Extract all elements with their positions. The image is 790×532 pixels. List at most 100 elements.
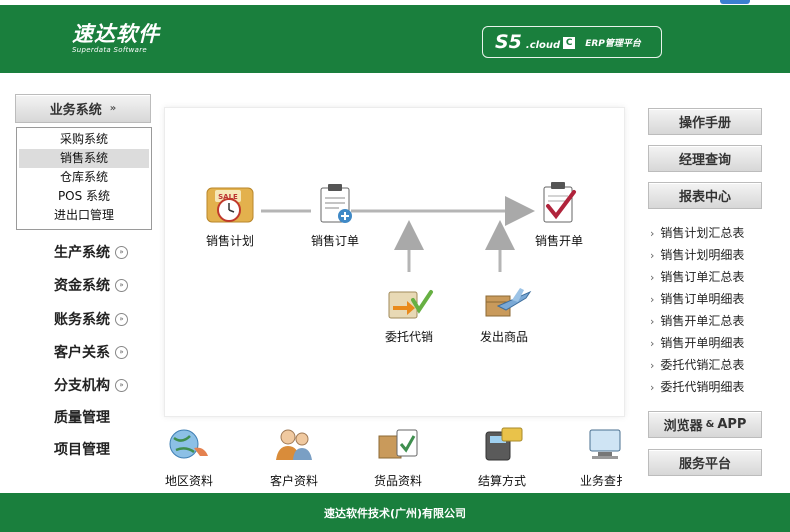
report-center-button[interactable]: 报表中心 [648, 182, 762, 209]
sales-plan-label: 销售计划 [205, 234, 254, 248]
chevron-right-icon: › [650, 227, 655, 240]
goods-icon [378, 429, 418, 459]
submenu-purchase[interactable]: 采购系统 [17, 130, 151, 149]
chevron-right-icon: › [650, 293, 655, 306]
chevron-right-icon: › [650, 337, 655, 350]
report-label: 销售计划明细表 [660, 248, 745, 262]
manager-query-button[interactable]: 经理查询 [648, 145, 762, 172]
app-footer: 速达软件技术(广州)有限公司 [0, 493, 790, 532]
chevron-right-icon: › [650, 271, 655, 284]
report-label: 销售订单汇总表 [660, 270, 745, 284]
report-item[interactable]: › 销售计划明细表 [650, 244, 744, 266]
logo-chinese: 速达软件 [72, 22, 160, 46]
consignment-label: 委托代销 [384, 330, 433, 344]
bottom-goods-data[interactable]: 货品资料 [371, 426, 425, 489]
nav-crm[interactable]: 客户关系 » [54, 342, 128, 362]
bottom-settlement[interactable]: 结算方式 [476, 426, 528, 489]
logo-english: Superdata Software [72, 46, 148, 54]
bottom-customer-label: 客户资料 [269, 474, 318, 488]
nav-branches[interactable]: 分支机构 » [54, 375, 128, 395]
chevron-right-icon: › [650, 359, 655, 372]
report-item[interactable]: › 销售开单明细表 [650, 332, 744, 354]
app-label: APP [717, 417, 747, 432]
submenu-import-export[interactable]: 进出口管理 [17, 206, 151, 225]
flow-ship-goods[interactable]: 发出商品 [476, 284, 532, 345]
service-platform-button[interactable]: 服务平台 [648, 449, 762, 476]
sales-plan-icon: SALE [206, 187, 254, 223]
card-terminal-icon [485, 427, 523, 461]
report-item[interactable]: › 销售计划汇总表 [650, 222, 744, 244]
browser-app-button[interactable]: 浏览器 & APP [648, 411, 762, 438]
sales-invoice-icon [543, 182, 576, 223]
flow-sales-invoice[interactable]: 销售开单 [535, 180, 583, 249]
chevron-right-icon: › [650, 315, 655, 328]
nav-projects[interactable]: 项目管理 [54, 439, 110, 459]
sales-order-label: 销售订单 [311, 234, 360, 248]
bottom-business-query-label: 业务查扌 [580, 474, 629, 488]
product-subtitle: ERP管理平台 [585, 38, 641, 49]
bottom-region-data[interactable]: 地区资料 [160, 426, 218, 489]
product-badge: S5 .cloud C ERP管理平台 [482, 26, 662, 58]
chevron-right-icon: › [650, 381, 655, 394]
nav-production[interactable]: 生产系统 » [54, 242, 128, 262]
product-cloud: .cloud [525, 39, 561, 51]
report-label: 销售订单明细表 [660, 292, 745, 306]
company-name: 速达软件技术(广州)有限公司 [323, 506, 467, 520]
report-item[interactable]: › 销售订单明细表 [650, 288, 744, 310]
chevron-right-icon: › [650, 249, 655, 262]
expand-circle-icon: » [115, 345, 128, 359]
computer-icon [589, 429, 621, 459]
expand-circle-icon: » [115, 245, 128, 259]
browser-label: 浏览器 [663, 419, 703, 434]
submenu-sales[interactable]: 销售系统 [19, 149, 149, 168]
submenu-pos[interactable]: POS 系统 [17, 187, 151, 206]
browser-amp: & [705, 419, 715, 430]
report-item[interactable]: › 委托代销明细表 [650, 376, 744, 398]
nav-accounts[interactable]: 账务系统 » [54, 309, 128, 329]
bottom-region-label: 地区资料 [164, 474, 213, 488]
nav-funds[interactable]: 资金系统 » [54, 275, 128, 295]
globe-icon [169, 429, 208, 459]
app-header: 速达软件 Superdata Software S5 .cloud C ERP管… [0, 5, 790, 73]
nav-production-label: 生产系统 [54, 245, 110, 261]
report-label: 委托代销明细表 [660, 380, 745, 394]
report-label: 委托代销汇总表 [660, 358, 745, 372]
ship-goods-label: 发出商品 [479, 330, 528, 344]
report-item[interactable]: › 销售订单汇总表 [650, 266, 744, 288]
nav-branches-label: 分支机构 [54, 378, 110, 394]
bottom-business-query[interactable]: 业务查扌 [580, 426, 628, 489]
sales-flow-panel: SALE 销售计划 销售订单 销售开单 委托代销 发出商品 [164, 107, 625, 417]
customer-icon [276, 429, 312, 460]
manual-button[interactable]: 操作手册 [648, 108, 762, 135]
double-chevron-down-icon: » [109, 103, 117, 114]
flow-sales-plan[interactable]: SALE 销售计划 [203, 182, 257, 249]
report-label: 销售计划汇总表 [660, 226, 745, 240]
report-label: 销售开单明细表 [660, 336, 745, 350]
sales-order-icon [320, 184, 352, 223]
product-name: S5 [495, 31, 522, 53]
report-list: › 销售计划汇总表 › 销售计划明细表 › 销售订单汇总表 › 销售订单明细表 › 销售开… [650, 222, 744, 398]
bottom-goods-label: 货品资料 [373, 474, 422, 488]
expand-circle-icon: » [115, 278, 128, 292]
nav-quality[interactable]: 质量管理 [54, 407, 110, 427]
bottom-customer-data[interactable]: 客户资料 [266, 426, 322, 489]
nav-crm-label: 客户关系 [54, 345, 110, 361]
report-item[interactable]: › 委托代销汇总表 [650, 354, 744, 376]
nav-business-system-label: 业务系统 [49, 103, 102, 118]
report-item[interactable]: › 销售开单汇总表 [650, 310, 744, 332]
flow-sales-order[interactable]: 销售订单 [311, 182, 359, 249]
window-corner-tab [720, 0, 750, 4]
product-edition-c: C [563, 37, 576, 49]
nav-quality-label: 质量管理 [54, 410, 110, 426]
submenu-warehouse[interactable]: 仓库系统 [17, 168, 151, 187]
brand-logo[interactable]: 速达软件 Superdata Software [72, 23, 160, 54]
ship-goods-icon [485, 288, 532, 317]
consignment-icon [388, 290, 433, 319]
nav-business-system[interactable]: 业务系统 » [15, 94, 151, 123]
flow-consignment[interactable]: 委托代销 [383, 286, 435, 345]
bottom-settlement-label: 结算方式 [477, 474, 526, 488]
nav-accounts-label: 账务系统 [54, 312, 110, 328]
business-submenu: 采购系统 销售系统 仓库系统 POS 系统 进出口管理 [16, 127, 152, 230]
expand-circle-icon: » [115, 378, 128, 392]
nav-projects-label: 项目管理 [54, 442, 110, 458]
